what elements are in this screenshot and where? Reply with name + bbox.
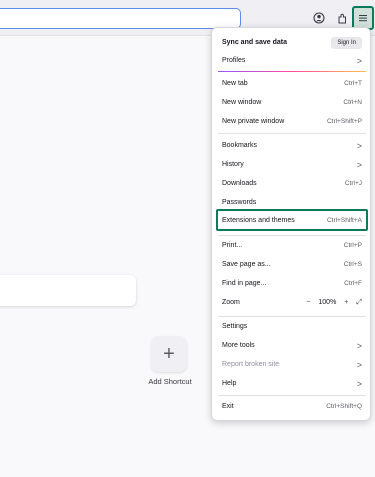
menu-item-exit[interactable]: Exit Ctrl+Shift+Q — [218, 398, 366, 415]
extensions-label: Extensions and themes — [222, 216, 295, 224]
plus-icon: + — [163, 342, 175, 365]
chevron-right-icon: > — [356, 159, 362, 170]
chevron-right-icon: > — [356, 140, 362, 151]
profiles-label: Profiles — [222, 57, 246, 64]
menu-separator — [218, 235, 366, 236]
history-label: History — [222, 161, 244, 168]
exit-shortcut: Ctrl+Shift+Q — [326, 403, 362, 410]
fullscreen-icon[interactable]: ⤢ — [356, 299, 362, 307]
chevron-right-icon: > — [356, 55, 362, 66]
menu-item-extensions-and-themes[interactable]: Extensions and themes Ctrl+Shift+A — [216, 209, 368, 231]
menu-item-settings[interactable]: Settings — [218, 318, 366, 335]
settings-label: Settings — [222, 323, 248, 330]
menu-item-save-page[interactable]: Save page as... Ctrl+S — [218, 256, 366, 273]
hamburger-menu-icon — [359, 15, 367, 22]
account-button[interactable] — [309, 8, 329, 28]
menu-item-new-private-window[interactable]: New private window Ctrl+Shift+P — [218, 113, 366, 130]
help-label: Help — [222, 380, 237, 387]
new-private-window-label: New private window — [222, 118, 285, 125]
new-private-window-shortcut: Ctrl+Shift+P — [326, 118, 362, 125]
menu-separator — [218, 395, 366, 396]
new-window-label: New window — [222, 99, 262, 106]
account-icon — [313, 12, 325, 24]
menu-item-print[interactable]: Print... Ctrl+P — [218, 237, 366, 254]
extensions-button[interactable] — [332, 8, 352, 28]
menu-item-downloads[interactable]: Downloads Ctrl+J — [218, 175, 366, 192]
report-label: Report broken site — [222, 361, 280, 368]
menu-separator — [218, 316, 366, 317]
menu-separator — [218, 133, 366, 134]
menu-item-new-window[interactable]: New window Ctrl+N — [218, 94, 366, 111]
passwords-label: Passwords — [222, 199, 257, 206]
bookmarks-label: Bookmarks — [222, 142, 258, 149]
menu-separator — [218, 71, 366, 72]
chevron-right-icon: > — [356, 340, 362, 351]
sync-label: Sync and save data — [222, 39, 287, 46]
menu-item-more-tools[interactable]: More tools > — [218, 337, 366, 354]
menu-item-report-broken-site[interactable]: Report broken site > — [218, 356, 366, 373]
menu-item-zoom: Zoom − 100% + ⤢ — [218, 294, 366, 311]
address-bar[interactable] — [0, 8, 241, 29]
more-tools-label: More tools — [222, 342, 255, 349]
zoom-label: Zoom — [222, 299, 240, 306]
menu-item-new-tab[interactable]: New tab Ctrl+T — [218, 75, 366, 92]
new-window-shortcut: Ctrl+N — [343, 99, 362, 106]
zoom-level[interactable]: 100% — [318, 299, 336, 306]
save-page-shortcut: Ctrl+S — [343, 261, 362, 268]
zoom-in-button[interactable]: + — [344, 299, 348, 306]
save-page-label: Save page as... — [222, 261, 271, 268]
menu-item-bookmarks[interactable]: Bookmarks > — [218, 137, 366, 154]
add-shortcut-button[interactable]: + — [151, 336, 187, 372]
zoom-out-button[interactable]: − — [306, 299, 310, 306]
newtab-search-box[interactable] — [0, 275, 136, 306]
chevron-right-icon: > — [356, 378, 362, 389]
exit-label: Exit — [222, 403, 234, 410]
extensions-shortcut: Ctrl+Shift+A — [326, 216, 362, 224]
new-tab-shortcut: Ctrl+T — [344, 80, 362, 87]
app-menu-panel: Sync and save data Sign In Profiles > Ne… — [211, 27, 371, 421]
print-label: Print... — [222, 242, 243, 249]
chevron-right-icon: > — [356, 359, 362, 370]
menu-item-find-in-page[interactable]: Find in page... Ctrl+F — [218, 275, 366, 292]
find-label: Find in page... — [222, 280, 267, 287]
extensions-icon — [338, 13, 346, 24]
menu-item-help[interactable]: Help > — [218, 375, 366, 392]
zoom-controls: − 100% + ⤢ — [306, 299, 362, 307]
sign-in-button[interactable]: Sign In — [331, 36, 362, 49]
menu-item-profiles[interactable]: Profiles > — [218, 52, 366, 69]
new-tab-label: New tab — [222, 80, 248, 87]
downloads-shortcut: Ctrl+J — [344, 180, 362, 187]
menu-item-sync[interactable]: Sync and save data Sign In — [218, 34, 366, 51]
print-shortcut: Ctrl+P — [343, 242, 362, 249]
add-shortcut-label: Add Shortcut — [148, 377, 192, 386]
menu-item-history[interactable]: History > — [218, 156, 366, 173]
downloads-label: Downloads — [222, 180, 257, 187]
find-shortcut: Ctrl+F — [344, 280, 362, 287]
